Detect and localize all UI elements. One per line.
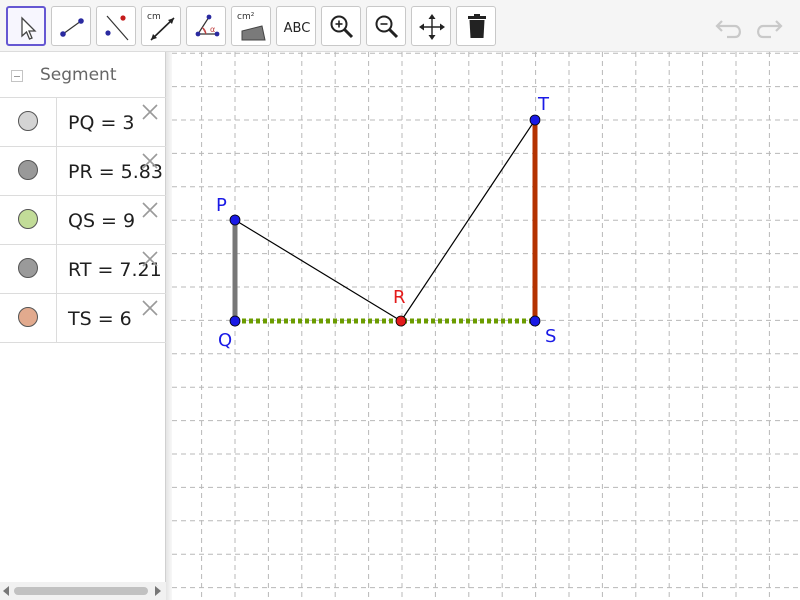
cm-label: cm [147,12,161,22]
cm2-label: cm² [237,12,255,22]
marble-cell [0,147,57,195]
segment-icon [60,18,84,37]
close-icon[interactable] [141,250,159,268]
distance-tool-button[interactable]: cm [141,6,181,46]
zoom-in-icon [330,15,354,39]
area-icon: cm² [237,12,266,41]
trash-icon [468,14,486,38]
angle-tool-button[interactable]: α [186,6,226,46]
move-arrows-icon [419,14,445,40]
visibility-toggle-rt[interactable] [18,258,38,278]
close-icon[interactable] [141,201,159,219]
label-p[interactable]: P [216,195,227,216]
scroll-right-arrow-icon[interactable] [155,586,161,596]
group-label: Segment [40,65,117,85]
algebra-row-qs[interactable]: QS = 9 [0,196,166,245]
algebra-text-ts[interactable]: TS = 6 [68,308,132,330]
zoom-out-icon [375,15,399,39]
algebra-text-pq[interactable]: PQ = 3 [68,112,135,134]
angle-icon: α [195,14,220,37]
label-t[interactable]: T [537,94,550,115]
label-s[interactable]: S [545,326,556,347]
algebra-text-qs[interactable]: QS = 9 [68,210,135,232]
undo-icon [715,20,741,39]
label-r[interactable]: R [393,287,406,308]
point-p[interactable] [229,214,241,226]
move-tool-button[interactable] [6,6,46,46]
abc-label: ABC [284,21,311,36]
point-t[interactable] [529,114,541,126]
toolbar: cm α cm² ABC [0,0,800,52]
collapse-icon[interactable] [11,70,23,82]
perpendicular-line-icon [105,15,129,41]
visibility-toggle-pq[interactable] [18,111,38,131]
undo-button[interactable] [713,10,747,44]
cursor-arrow-icon [21,16,37,40]
delete-tool-button[interactable] [456,6,496,46]
area-tool-button[interactable]: cm² [231,6,271,46]
segment-tool-button[interactable] [51,6,91,46]
visibility-toggle-ts[interactable] [18,307,38,327]
label-q[interactable]: Q [218,330,232,351]
marble-cell [0,294,57,342]
visibility-toggle-pr[interactable] [18,160,38,180]
marble-cell [0,98,57,146]
algebra-row-pr[interactable]: PR = 5.83 [0,147,166,196]
geometry-canvas[interactable]: P Q R S T [172,52,800,600]
move-graphics-view-tool-button[interactable] [411,6,451,46]
algebra-row-rt[interactable]: RT = 7.21 [0,245,166,294]
point-q[interactable] [229,315,241,327]
close-icon[interactable] [141,103,159,121]
visibility-toggle-qs[interactable] [18,209,38,229]
algebra-view: Segment PQ = 3 PR = 5.83 QS = 9 RT = 7.2… [0,52,166,600]
text-abc-icon: ABC [284,21,311,36]
close-icon[interactable] [141,299,159,317]
marble-cell [0,196,57,244]
zoom-out-tool-button[interactable] [366,6,406,46]
point-s[interactable] [529,315,541,327]
redo-icon [757,20,783,39]
distance-ruler-icon: cm [147,12,175,41]
perpendicular-line-tool-button[interactable] [96,6,136,46]
redo-button[interactable] [751,10,785,44]
segment-pr[interactable] [234,219,402,322]
close-icon[interactable] [141,152,159,170]
grid [172,52,800,600]
horizontal-scrollbar[interactable] [0,582,166,600]
scrollbar-thumb[interactable] [14,587,148,595]
point-r[interactable] [395,315,407,327]
algebra-row-ts[interactable]: TS = 6 [0,294,166,343]
zoom-in-tool-button[interactable] [321,6,361,46]
marble-cell [0,245,57,293]
text-tool-button[interactable]: ABC [276,6,316,46]
graphics-view[interactable]: P Q R S T [172,52,800,600]
scroll-left-arrow-icon[interactable] [3,586,9,596]
alpha-label: α [210,25,215,34]
algebra-row-pq[interactable]: PQ = 3 [0,98,166,147]
group-header-segment[interactable]: Segment [0,52,166,98]
